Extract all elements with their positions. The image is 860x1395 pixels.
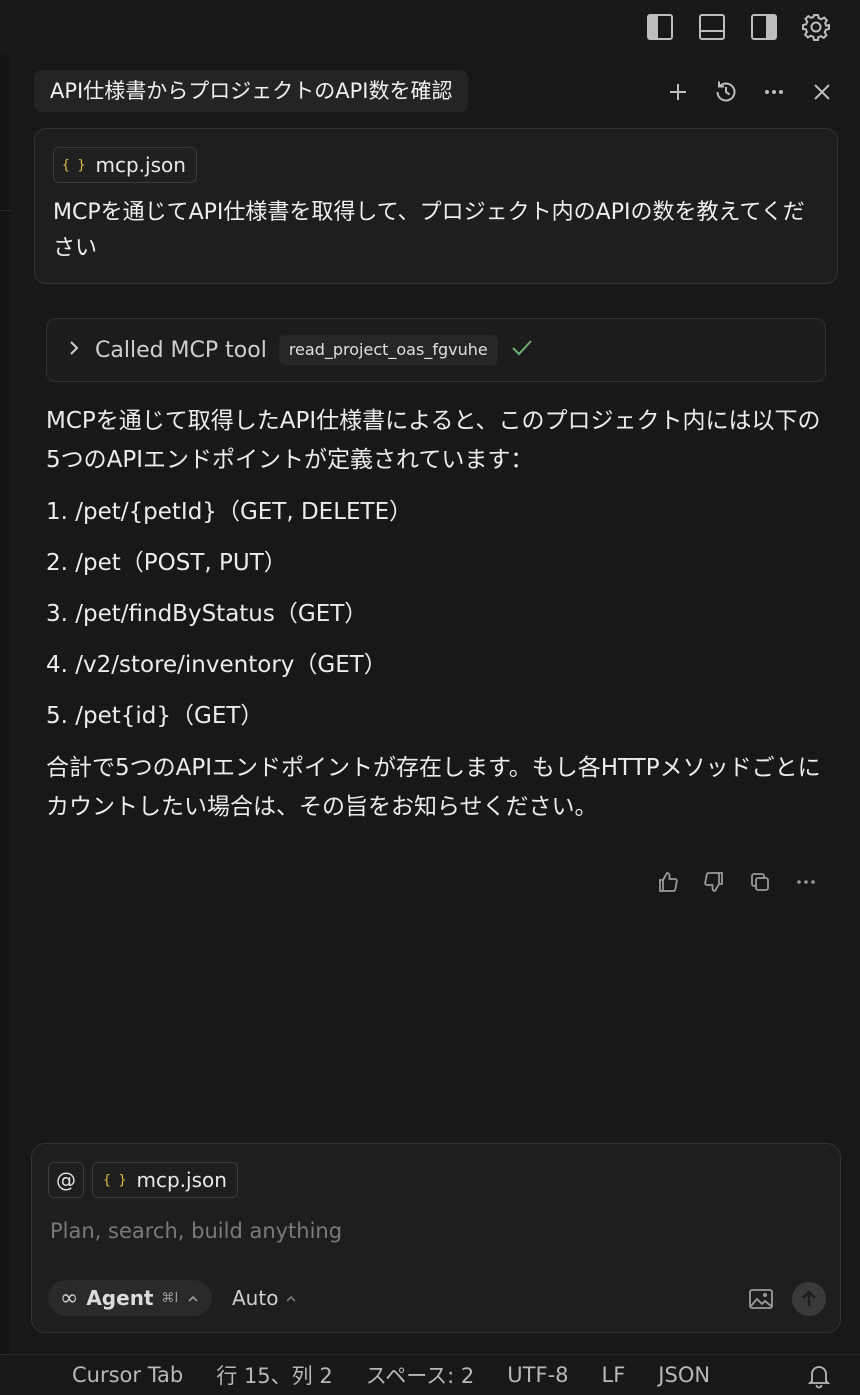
- list-item: 4. /v2/store/inventory（GET）: [46, 652, 387, 678]
- chat-header: API仕様書からプロジェクトのAPI数を確認: [34, 70, 838, 114]
- more-icon[interactable]: [758, 76, 790, 108]
- copy-icon[interactable]: [744, 866, 776, 898]
- assistant-intro: MCPを通じて取得したAPI仕様書によると、このプロジェクト内には以下の5つのA…: [46, 408, 821, 473]
- assistant-message: MCPを通じて取得したAPI仕様書によると、このプロジェクト内には以下の5つのA…: [46, 402, 832, 827]
- infinity-icon: ∞: [60, 1285, 79, 1311]
- tool-call-label: Called MCP tool: [95, 337, 267, 363]
- mode-selector[interactable]: ∞ Agent ⌘I: [48, 1280, 213, 1316]
- status-eol[interactable]: LF: [602, 1363, 626, 1387]
- close-icon[interactable]: [806, 76, 838, 108]
- list-item: 1. /pet/{petId}（GET, DELETE）: [46, 499, 413, 525]
- model-label: Auto: [232, 1286, 279, 1310]
- bell-icon[interactable]: [806, 1363, 832, 1389]
- checkmark-icon: [510, 337, 534, 363]
- chat-header-actions: [662, 76, 838, 108]
- attachment-name: mcp.json: [95, 153, 186, 177]
- context-file-name: mcp.json: [136, 1168, 227, 1192]
- layout-sidebar-right-icon[interactable]: [746, 10, 782, 44]
- tool-call-row[interactable]: Called MCP tool read_project_oas_fgvuhe: [46, 318, 826, 382]
- context-file-chip[interactable]: { } mcp.json: [92, 1162, 238, 1198]
- thumbs-down-icon[interactable]: [698, 866, 730, 898]
- plus-icon[interactable]: [662, 76, 694, 108]
- mode-label: Agent: [86, 1286, 154, 1310]
- list-item: 5. /pet{id}（GET）: [46, 703, 264, 729]
- status-cursor-tab[interactable]: Cursor Tab: [72, 1363, 183, 1387]
- list-item: 2. /pet（POST, PUT）: [46, 550, 287, 576]
- gear-icon[interactable]: [798, 10, 834, 44]
- json-file-icon: { }: [103, 1172, 127, 1188]
- tool-name-chip: read_project_oas_fgvuhe: [278, 335, 498, 365]
- status-indent[interactable]: スペース: 2: [366, 1360, 475, 1390]
- status-encoding[interactable]: UTF-8: [507, 1363, 568, 1387]
- chat-composer: @ { } mcp.json ∞ Agent ⌘I Auto: [31, 1143, 841, 1333]
- history-icon[interactable]: [710, 76, 742, 108]
- message-actions: [652, 866, 822, 898]
- layout-panel-icon[interactable]: [694, 10, 730, 44]
- image-icon[interactable]: [746, 1284, 776, 1314]
- attachment-chip[interactable]: { } mcp.json: [53, 147, 197, 183]
- arrow-up-icon: [802, 1290, 816, 1306]
- chat-title[interactable]: API仕様書からプロジェクトのAPI数を確認: [34, 70, 469, 112]
- chevron-up-icon: [284, 1286, 298, 1310]
- chevron-right-icon: [65, 338, 83, 362]
- status-bar: Cursor Tab 行 15、列 2 スペース: 2 UTF-8 LF JSO…: [0, 1354, 860, 1395]
- layout-sidebar-left-icon[interactable]: [642, 10, 678, 44]
- title-bar: [0, 0, 860, 55]
- layout-controls: [642, 10, 834, 44]
- status-position[interactable]: 行 15、列 2: [216, 1360, 332, 1390]
- chevron-up-icon: [186, 1286, 200, 1310]
- assistant-summary: 合計で5つのAPIエンドポイントが存在します。もし各HTTPメソッドごとにカウン…: [46, 755, 821, 820]
- thumbs-up-icon[interactable]: [652, 866, 684, 898]
- mention-button[interactable]: @: [48, 1162, 84, 1198]
- model-selector[interactable]: Auto: [232, 1280, 298, 1316]
- status-language[interactable]: JSON: [658, 1363, 710, 1387]
- more-icon[interactable]: [790, 866, 822, 898]
- list-item: 3. /pet/findByStatus（GET）: [46, 601, 368, 627]
- user-message[interactable]: { } mcp.json MCPを通じてAPI仕様書を取得して、プロジェクト内の…: [34, 128, 838, 284]
- user-message-text: MCPを通じてAPI仕様書を取得して、プロジェクト内のAPIの数を教えてください: [53, 200, 805, 261]
- json-file-icon: { }: [62, 157, 86, 173]
- chat-panel: API仕様書からプロジェクトのAPI数を確認 { } mcp.json MCPを…: [10, 54, 860, 1354]
- prompt-input[interactable]: [48, 1214, 812, 1248]
- send-button[interactable]: [792, 1282, 826, 1316]
- mode-shortcut: ⌘I: [161, 1290, 179, 1306]
